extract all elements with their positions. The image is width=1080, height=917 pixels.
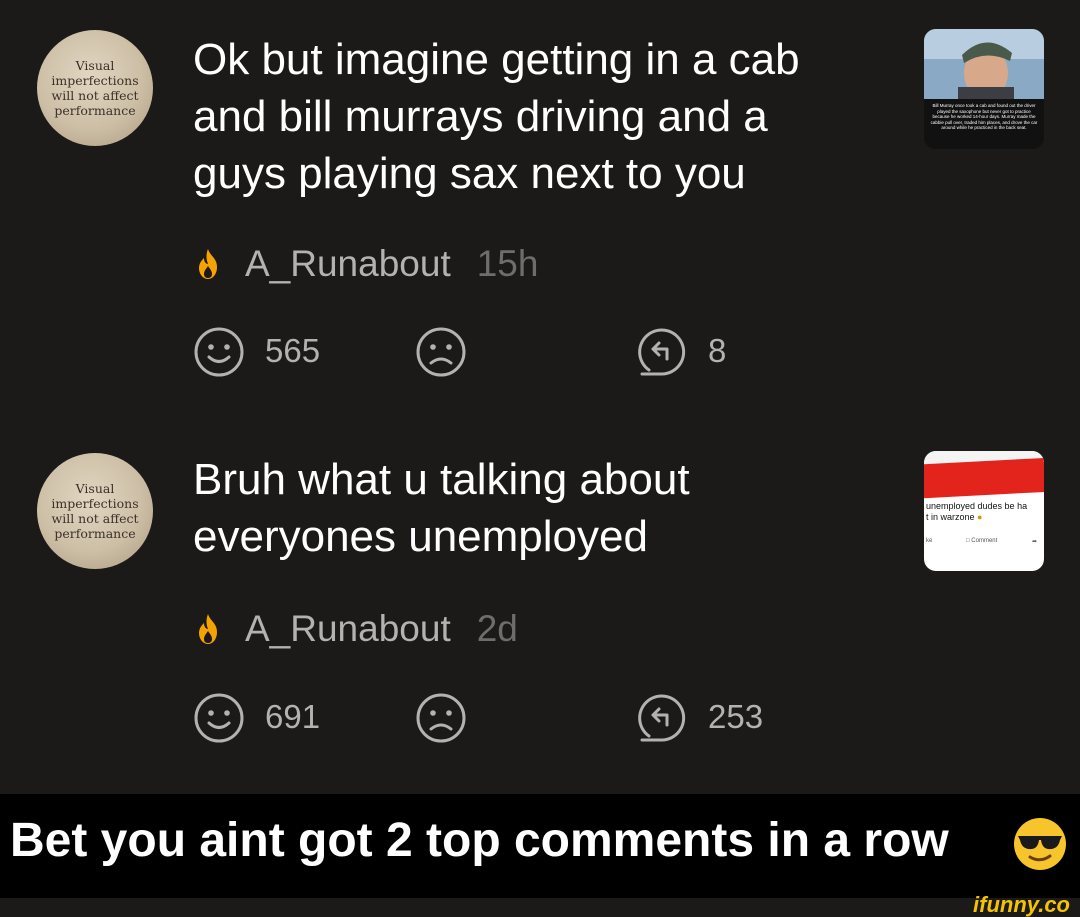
- reply-icon[interactable]: [636, 692, 688, 744]
- fire-icon: [199, 614, 217, 644]
- avatar-text-line: performance: [54, 526, 136, 541]
- avatar-text-line: performance: [54, 103, 136, 118]
- upvote-count: 691: [265, 698, 321, 735]
- avatar-text-line: imperfections: [51, 496, 139, 511]
- comment-2: Visual imperfections will not affect per…: [0, 420, 1080, 792]
- sunglasses-emoji-icon: [1014, 818, 1066, 870]
- avatar-text-line: will not affect: [51, 88, 139, 103]
- avatar[interactable]: Visual imperfections will not affect per…: [37, 453, 153, 569]
- comment-text: Bruh what u talking about everyones unem…: [193, 451, 893, 565]
- comment-text-line: everyones unemployed: [193, 512, 648, 561]
- timestamp: 2d: [476, 608, 518, 649]
- ifunny-watermark: ifunny.co: [973, 892, 1070, 917]
- comment-meta: A_Runabout 15h: [193, 243, 538, 285]
- comment-text-line: Ok but imagine getting in a cab: [193, 35, 800, 84]
- smile-icon[interactable]: [193, 326, 245, 378]
- comment-1: Visual imperfections will not affect per…: [0, 0, 1080, 420]
- smile-icon[interactable]: [193, 692, 245, 744]
- comment-actions: 691 253: [193, 692, 763, 746]
- reply-icon[interactable]: [636, 326, 688, 378]
- red-scribble: [924, 457, 1044, 499]
- comment-actions: 565 8: [193, 326, 753, 380]
- reply-count: 8: [708, 332, 727, 369]
- comment-text-line: Bruh what u talking about: [193, 455, 690, 504]
- caption-text: Bet you aint got 2 top comments in a row: [10, 814, 949, 867]
- image-thumbnail[interactable]: unemployed dudes be ha t in warzone ● ke…: [924, 451, 1044, 571]
- avatar-text-line: Visual: [75, 58, 115, 73]
- share-icon: ➦: [1032, 539, 1038, 545]
- avatar-text-line: will not affect: [51, 511, 139, 526]
- caption-banner: Bet you aint got 2 top comments in a row: [0, 794, 1080, 898]
- comment-text-line: guys playing sax next to you: [193, 149, 746, 198]
- timestamp: 15h: [476, 243, 539, 284]
- comment-text: Ok but imagine getting in a cab and bill…: [193, 31, 893, 202]
- fire-icon: [199, 249, 217, 279]
- reply-count: 253: [708, 698, 764, 735]
- comment-text-line: and bill murrays driving and a: [193, 92, 768, 141]
- upvote-count: 565: [265, 332, 321, 369]
- avatar-text-line: imperfections: [51, 73, 139, 88]
- image-thumbnail[interactable]: Bill Murray once took a cab and found ou…: [924, 29, 1044, 149]
- username[interactable]: A_Runabout: [245, 243, 451, 285]
- thumbnail-caption: Bill Murray once took a cab and found ou…: [930, 103, 1038, 130]
- footer: ifunny.co: [0, 894, 1080, 917]
- comment-meta: A_Runabout 2d: [193, 608, 518, 650]
- avatar[interactable]: Visual imperfections will not affect per…: [37, 30, 153, 146]
- thumbnail-caption: unemployed dudes be ha t in warzone ●: [926, 501, 1028, 522]
- thumbnail-actions: ke □ Comment ➦: [926, 538, 1038, 545]
- frown-icon[interactable]: [415, 326, 467, 378]
- bill-murray-photo: [924, 29, 1044, 149]
- avatar-text-line: Visual: [75, 481, 115, 496]
- frown-icon[interactable]: [415, 692, 467, 744]
- username[interactable]: A_Runabout: [245, 608, 451, 650]
